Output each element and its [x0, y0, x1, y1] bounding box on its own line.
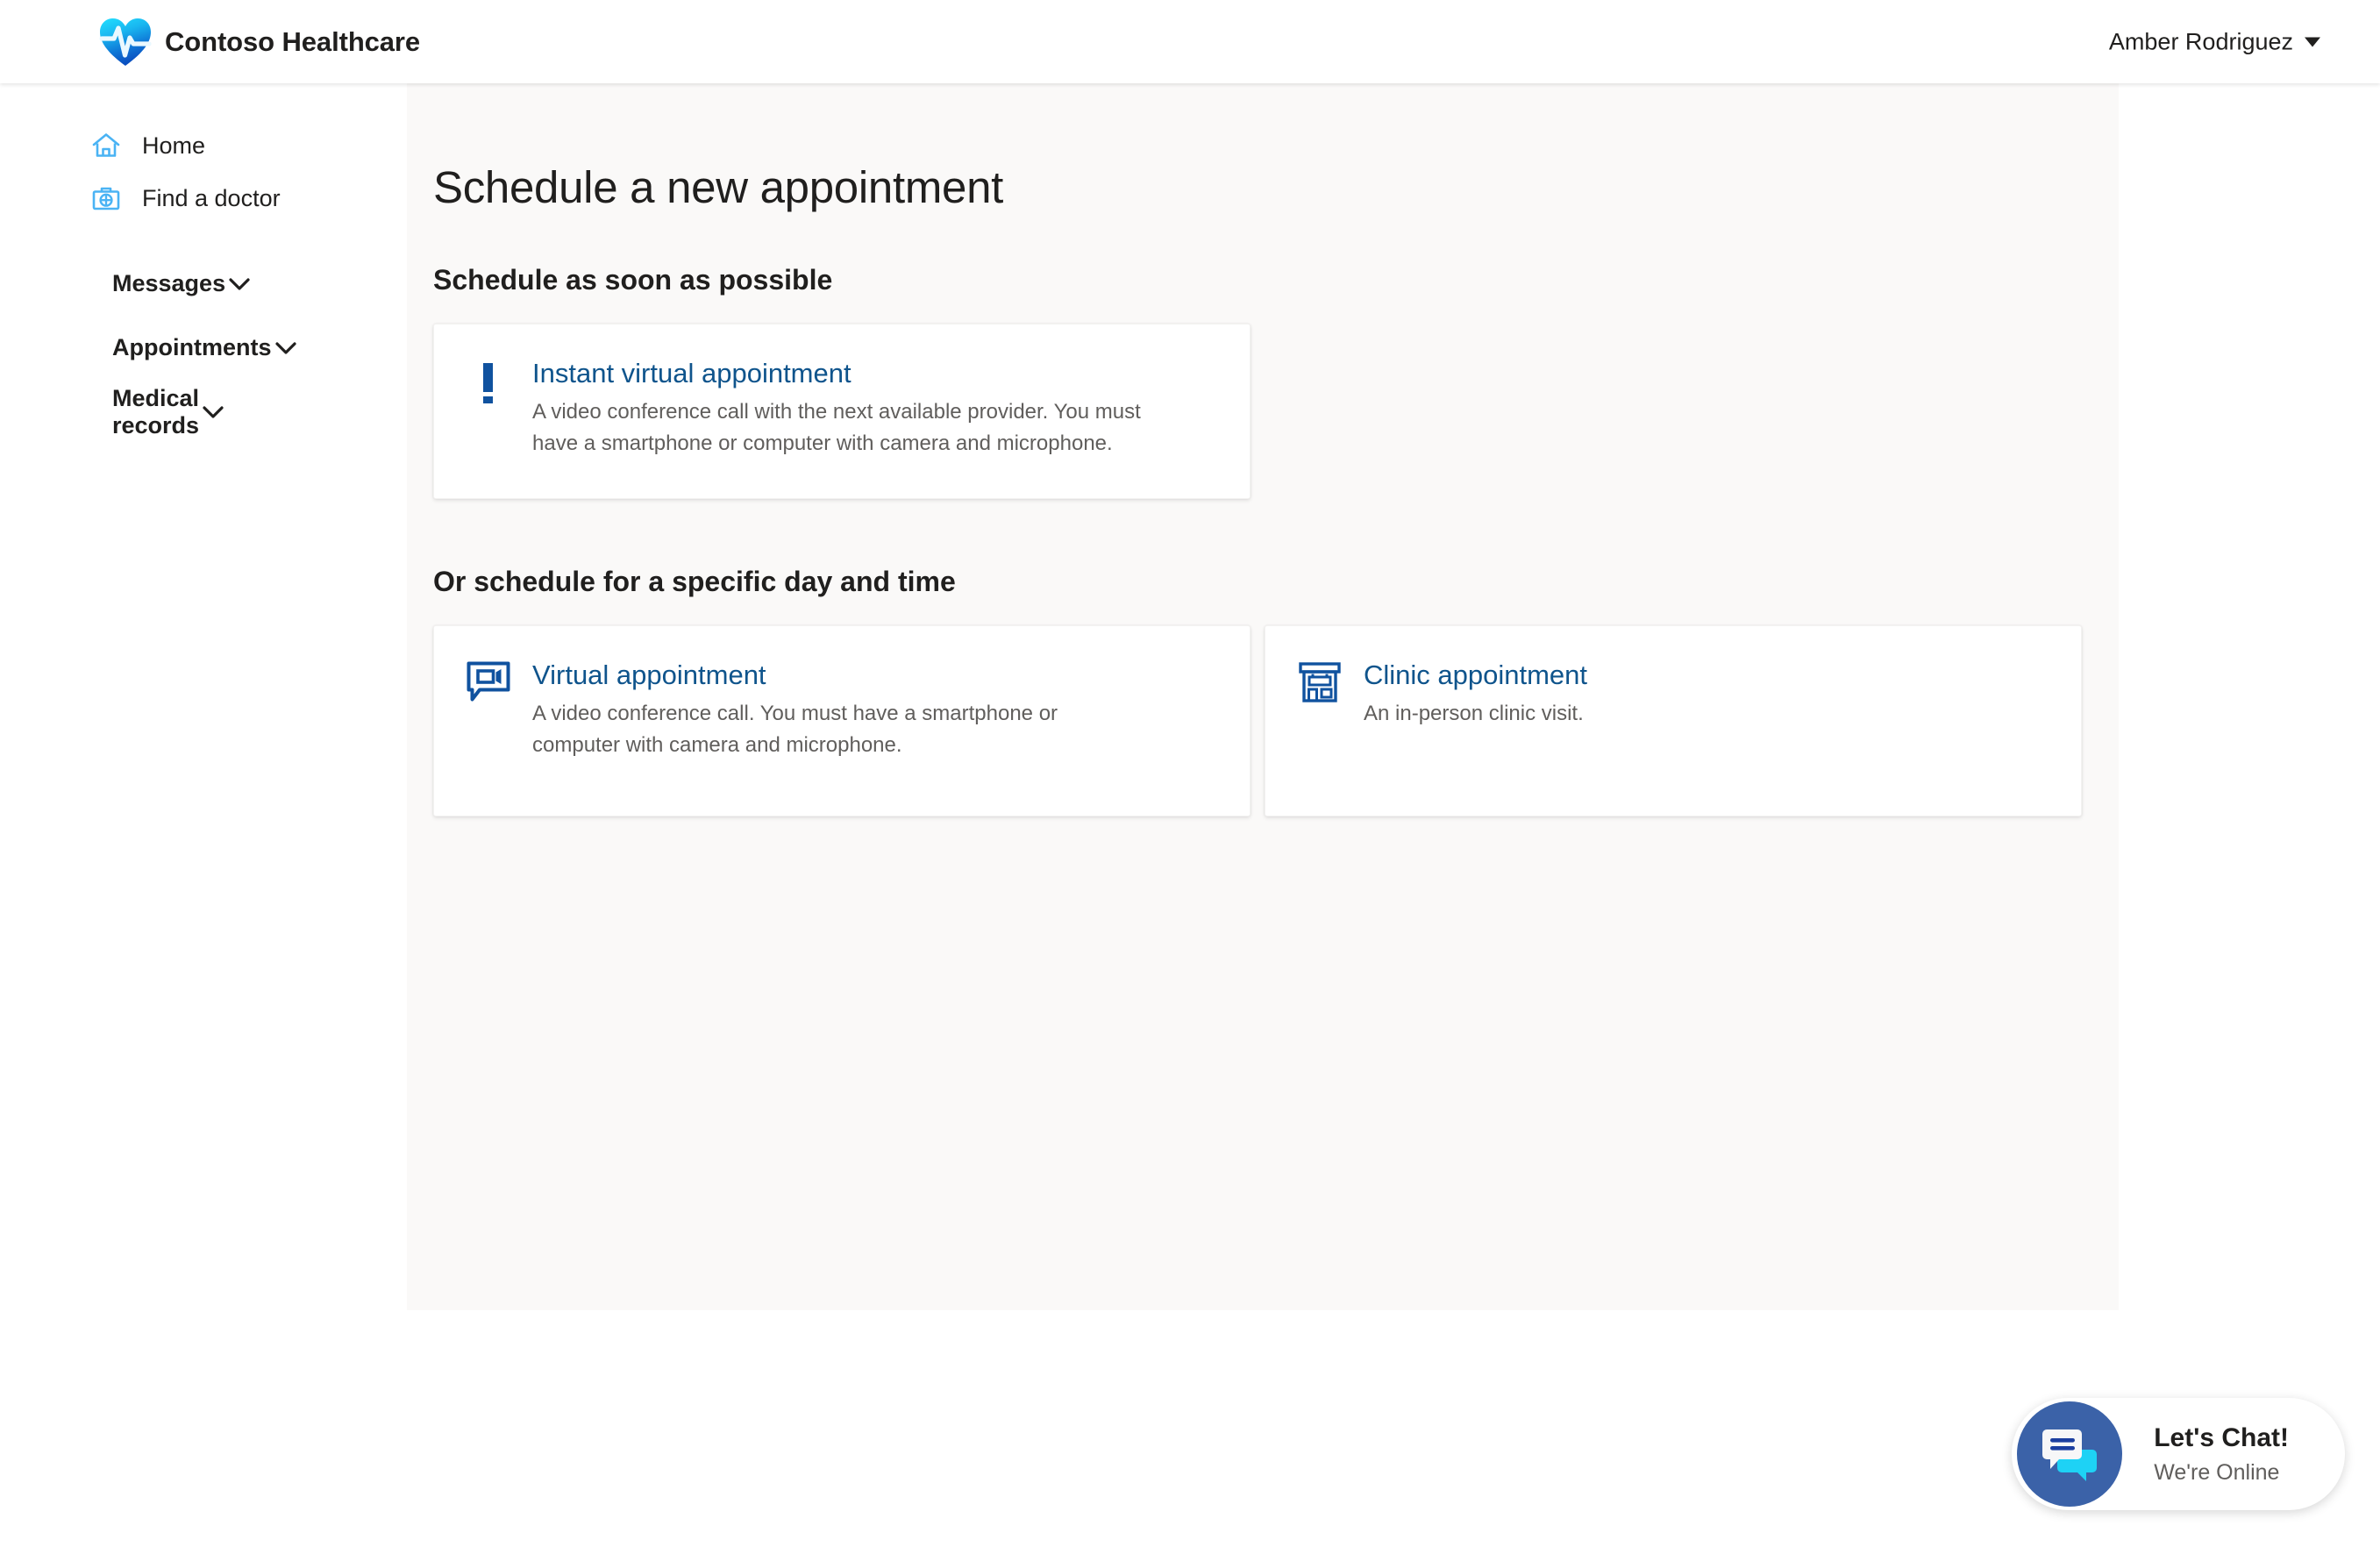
sidebar-group-medical-records[interactable]: Medical records: [112, 380, 224, 444]
section-title-specific: Or schedule for a specific day and time: [433, 566, 956, 597]
card-description: An in-person clinic visit.: [1364, 701, 1584, 725]
chevron-down-icon: [272, 334, 300, 362]
brand-name: Contoso Healthcare: [165, 25, 421, 57]
card-row-specific: Virtual appointment A video conference c…: [433, 625, 2119, 816]
card-description: A video conference call. You must have a…: [532, 701, 1058, 758]
card-virtual-appointment[interactable]: Virtual appointment A video conference c…: [433, 625, 1251, 816]
sidebar-group-label: Messages: [112, 270, 226, 296]
sidebar-group-label: Appointments: [112, 334, 272, 360]
account-name: Amber Rodriguez: [2108, 28, 2293, 54]
chat-status: We're Online: [2154, 1460, 2280, 1485]
chevron-down-icon: [2305, 37, 2320, 46]
medical-bag-icon: [91, 183, 121, 213]
sidebar-item-label: Find a doctor: [142, 184, 281, 211]
card-row-asap: Instant virtual appointment A video conf…: [433, 324, 2119, 499]
heart-pulse-icon: [98, 17, 153, 68]
chat-widget[interactable]: Let's Chat! We're Online: [2012, 1398, 2345, 1510]
chat-bubbles-icon: [2017, 1401, 2123, 1507]
chevron-down-icon: [199, 398, 227, 426]
exclamation-icon: [466, 358, 511, 403]
card-description: A video conference call with the next av…: [532, 399, 1141, 456]
main-content: Schedule a new appointment Schedule as s…: [407, 83, 2119, 1310]
card-title: Virtual appointment: [532, 659, 766, 690]
chat-text: Let's Chat! We're Online: [2154, 1422, 2289, 1486]
sidebar-groups: Messages Appointments Medical records: [0, 252, 407, 444]
sidebar-item-label: Home: [142, 132, 206, 159]
card-body: Virtual appointment A video conference c…: [532, 658, 1146, 784]
card-instant-virtual-appointment[interactable]: Instant virtual appointment A video conf…: [433, 324, 1251, 499]
account-menu[interactable]: Amber Rodriguez: [2109, 28, 2320, 55]
sidebar: Home Find a doctor Messages Appointments…: [0, 83, 407, 1547]
home-icon: [91, 131, 121, 160]
chevron-down-icon: [225, 270, 253, 298]
sidebar-item-find-a-doctor[interactable]: Find a doctor: [0, 172, 407, 225]
clinic-building-icon: [1297, 659, 1343, 705]
card-title: Instant virtual appointment: [532, 358, 852, 389]
card-clinic-appointment[interactable]: Clinic appointment An in-person clinic v…: [1265, 625, 2082, 816]
app-root: Contoso Healthcare Amber Rodriguez Home: [0, 0, 2380, 1547]
chat-title: Let's Chat!: [2154, 1423, 2289, 1452]
section-title-asap: Schedule as soon as possible: [433, 264, 833, 296]
sidebar-item-home[interactable]: Home: [0, 119, 407, 172]
card-body: Clinic appointment An in-person clinic v…: [1364, 658, 1587, 784]
top-header: Contoso Healthcare Amber Rodriguez: [0, 0, 2380, 83]
sidebar-group-appointments[interactable]: Appointments: [112, 316, 296, 380]
sidebar-group-label: Medical records: [112, 384, 200, 438]
card-title: Clinic appointment: [1364, 659, 1588, 690]
video-chat-icon: [466, 659, 511, 705]
card-body: Instant virtual appointment A video conf…: [532, 356, 1146, 467]
brand[interactable]: Contoso Healthcare: [98, 17, 420, 68]
page-title: Schedule a new appointment: [433, 162, 1003, 212]
sidebar-group-messages[interactable]: Messages: [112, 252, 250, 316]
